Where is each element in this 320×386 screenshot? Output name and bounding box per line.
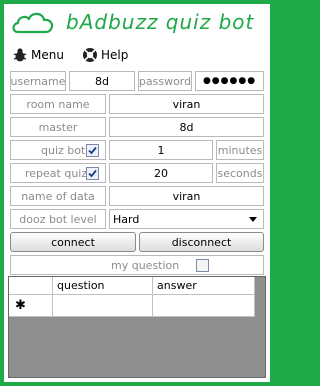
quiz-bot-label: quiz bot: [41, 143, 86, 157]
column-header-answer[interactable]: answer: [153, 277, 255, 295]
my-question-row: my question: [10, 255, 264, 275]
menu-item-help[interactable]: Help: [82, 46, 128, 64]
room-name-label: room name: [10, 94, 106, 114]
dooz-bot-level-label: dooz bot level: [10, 209, 106, 229]
menu-item-menu[interactable]: Menu: [12, 46, 64, 64]
chevron-down-icon: [249, 217, 257, 222]
password-field[interactable]: ●●●●●●: [195, 71, 264, 91]
repeat-quiz-checkbox[interactable]: [86, 167, 99, 180]
question-cell[interactable]: [53, 295, 153, 317]
column-header-question[interactable]: question: [53, 277, 153, 295]
repeat-quiz-value[interactable]: 20: [109, 163, 213, 183]
app-title: bAdbuzz quiz bot: [66, 10, 255, 34]
new-row-marker[interactable]: ✱: [9, 295, 53, 317]
name-of-data-label: name of data: [10, 186, 106, 206]
username-field[interactable]: 8d: [69, 71, 135, 91]
connect-button[interactable]: connect: [10, 232, 136, 252]
dooz-bot-level-value: Hard: [113, 212, 140, 226]
main-window: bAdbuzz quiz bot Menu Help username 8d p…: [4, 4, 270, 382]
my-question-label: my question: [111, 258, 180, 272]
table-row: ✱: [9, 295, 255, 317]
minutes-label: minutes: [216, 140, 264, 160]
app-header: bAdbuzz quiz bot: [4, 4, 270, 40]
disconnect-button[interactable]: disconnect: [139, 232, 264, 252]
repeat-quiz-label: repeat quiz: [25, 166, 88, 180]
help-label: Help: [101, 48, 129, 62]
master-field[interactable]: 8d: [109, 117, 264, 137]
dooz-bot-level-select[interactable]: Hard: [109, 209, 264, 229]
bug-icon: [13, 48, 27, 62]
my-question-checkbox[interactable]: [196, 259, 209, 272]
menu-label: Menu: [31, 48, 64, 62]
help-icon: [83, 48, 97, 62]
password-label: password: [138, 71, 192, 91]
name-of-data-field[interactable]: viran: [109, 186, 264, 206]
quiz-bot-value[interactable]: 1: [109, 140, 213, 160]
menu-bar: Menu Help: [4, 44, 270, 66]
room-name-field[interactable]: viran: [109, 94, 264, 114]
quiz-bot-checkbox[interactable]: [86, 144, 99, 157]
checkmark-icon: [88, 146, 97, 155]
answer-cell[interactable]: [153, 295, 255, 317]
checkmark-icon: [88, 169, 97, 178]
username-label: username: [10, 71, 66, 91]
cloud-logo-icon: [12, 12, 54, 34]
question-grid: question answer ✱: [8, 276, 266, 378]
row-header-corner: [9, 277, 53, 295]
master-label: master: [10, 117, 106, 137]
seconds-label: seconds: [216, 163, 264, 183]
grid-header: question answer: [9, 277, 255, 295]
